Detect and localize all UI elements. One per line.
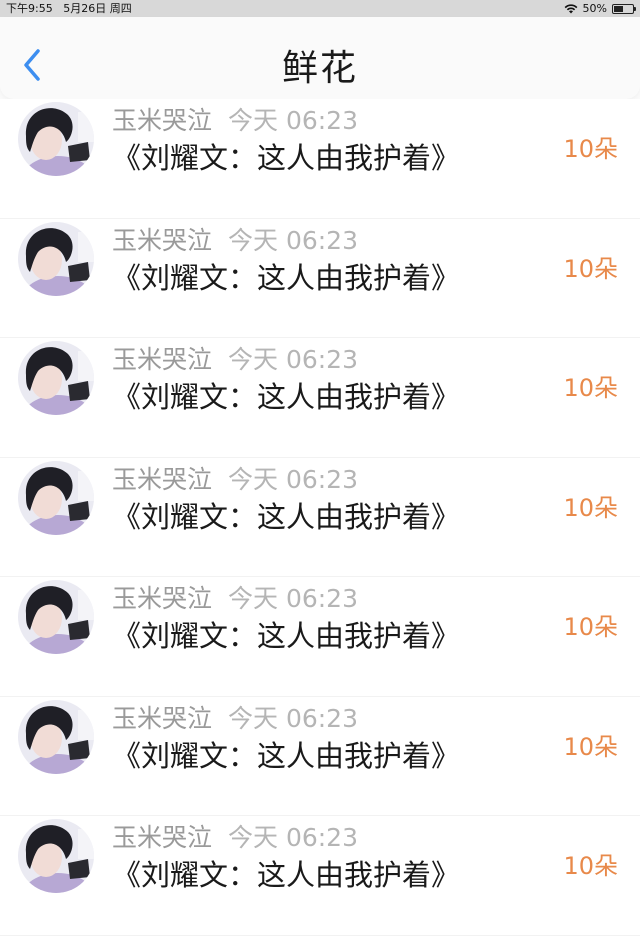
item-book-title: 《刘耀文：这人由我护着》 [112,858,461,892]
avatar[interactable] [18,102,94,176]
flower-list: 玉米哭泣 今天 06:23 《刘耀文：这人由我护着》 10朵 玉米哭泣 今天 0… [0,99,640,936]
list-item[interactable]: 玉米哭泣 今天 06:23 《刘耀文：这人由我护着》 10朵 [0,577,640,697]
item-username: 玉米哭泣 [112,464,213,494]
wifi-icon [564,4,577,14]
item-timestamp: 今天 06:23 [228,584,358,613]
item-flower-count: 10朵 [563,852,618,880]
item-book-title: 《刘耀文：这人由我护着》 [112,738,461,773]
list-item[interactable]: 玉米哭泣 今天 06:23 《刘耀文：这人由我护着》 10朵 [0,218,640,338]
avatar-image [18,460,94,535]
item-flower-count: 10朵 [563,254,618,283]
item-timestamp: 今天 06:23 [228,703,358,733]
item-timestamp: 今天 06:23 [228,225,358,255]
status-bar: 下午9:55 5月26日 周四 50% [0,0,640,17]
item-flower-count: 10朵 [563,135,618,163]
list-item[interactable]: 玉米哭泣 今天 06:23 《刘耀文：这人由我护着》 10朵 [0,457,640,577]
item-book-title: 《刘耀文：这人由我护着》 [112,380,461,414]
item-flower-count: 10朵 [563,493,618,522]
avatar[interactable] [18,699,94,774]
item-username: 玉米哭泣 [112,225,213,255]
item-book-title: 《刘耀文：这人由我护着》 [112,141,461,175]
status-date: 5月26日 周四 [63,2,132,15]
item-flower-count: 10朵 [563,732,618,761]
avatar[interactable] [18,819,94,893]
item-timestamp: 今天 06:23 [228,106,358,135]
list-item[interactable]: 玉米哭泣 今天 06:23 《刘耀文：这人由我护着》 10朵 [0,816,640,936]
avatar-image [18,102,94,176]
navigation-header: 鲜花 [0,17,640,99]
item-flower-count: 10朵 [563,613,618,641]
item-book-title: 《刘耀文：这人由我护着》 [112,260,461,295]
item-timestamp: 今天 06:23 [228,823,358,852]
avatar-image [18,699,94,774]
item-username: 玉米哭泣 [112,703,213,733]
item-book-title: 《刘耀文：这人由我护着》 [112,619,461,653]
avatar-image [18,580,94,654]
item-username: 玉米哭泣 [112,584,213,613]
list-item[interactable]: 玉米哭泣 今天 06:23 《刘耀文：这人由我护着》 10朵 [0,338,640,458]
battery-percent: 50% [582,2,607,15]
avatar[interactable] [18,580,94,654]
avatar-image [18,341,94,415]
status-time: 下午9:55 [6,2,53,15]
list-item[interactable]: 玉米哭泣 今天 06:23 《刘耀文：这人由我护着》 10朵 [0,696,640,816]
avatar[interactable] [18,341,94,415]
item-timestamp: 今天 06:23 [228,345,358,374]
battery-fill [614,5,623,12]
avatar[interactable] [18,221,94,296]
battery-icon [612,3,636,14]
avatar[interactable] [18,460,94,535]
item-username: 玉米哭泣 [112,823,213,852]
item-timestamp: 今天 06:23 [228,464,358,494]
item-username: 玉米哭泣 [112,106,213,135]
item-flower-count: 10朵 [563,374,618,402]
list-item[interactable]: 玉米哭泣 今天 06:23 《刘耀文：这人由我护着》 10朵 [0,99,640,219]
status-right: 50% [564,0,636,17]
avatar-image [18,221,94,296]
status-left: 下午9:55 5月26日 周四 [6,0,132,17]
page-title: 鲜花 [281,48,358,89]
item-username: 玉米哭泣 [112,345,213,374]
avatar-image [18,819,94,893]
item-book-title: 《刘耀文：这人由我护着》 [112,499,461,534]
